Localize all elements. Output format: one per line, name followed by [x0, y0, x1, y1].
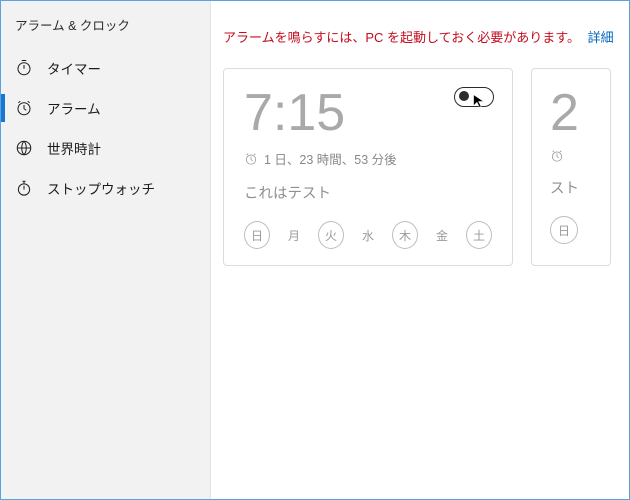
sidebar-item-timer[interactable]: タイマー — [1, 48, 210, 88]
alarm-days: 日 月 火 水 木 金 土 — [244, 221, 492, 249]
sidebar: アラーム & クロック タイマー アラーム 世界時計 ストップウォッチ — [1, 1, 211, 499]
day-fri[interactable]: 金 — [429, 221, 455, 249]
alarm-days: 日 — [550, 216, 590, 244]
day-sun[interactable]: 日 — [244, 221, 270, 249]
day-sun[interactable]: 日 — [550, 216, 578, 244]
alarm-small-icon — [550, 149, 564, 163]
alarm-small-icon — [244, 152, 258, 166]
toggle-knob — [459, 91, 469, 101]
sidebar-item-label: タイマー — [47, 58, 101, 78]
alarm-card[interactable]: 7:15 1 日、23 時間、53 分後 これはテスト 日 月 火 水 木 金 … — [223, 68, 513, 266]
timer-icon — [15, 59, 33, 77]
sidebar-item-label: 世界時計 — [47, 138, 101, 158]
day-thu[interactable]: 木 — [392, 221, 418, 249]
day-wed[interactable]: 水 — [355, 221, 381, 249]
alarm-name: これはテスト — [244, 182, 492, 203]
day-mon[interactable]: 月 — [281, 221, 307, 249]
alarm-name: スト — [550, 177, 590, 198]
sidebar-item-label: アラーム — [47, 98, 101, 118]
alarm-countdown: 1 日、23 時間、53 分後 — [244, 149, 492, 168]
alarm-icon — [15, 99, 33, 117]
warning-details-link[interactable]: 詳細 — [588, 30, 614, 45]
alarm-countdown-text: 1 日、23 時間、53 分後 — [264, 149, 397, 168]
sidebar-item-worldclock[interactable]: 世界時計 — [1, 128, 210, 168]
app-title: アラーム & クロック — [1, 7, 210, 48]
alarm-countdown — [550, 149, 590, 163]
warning-banner: アラームを鳴らすには、PC を起動しておく必要があります。 詳細 — [211, 1, 629, 64]
sidebar-item-stopwatch[interactable]: ストップウォッチ — [1, 168, 210, 208]
app-frame: アラーム & クロック タイマー アラーム 世界時計 ストップウォッチ — [1, 1, 629, 499]
alarm-cards: 7:15 1 日、23 時間、53 分後 これはテスト 日 月 火 水 木 金 … — [211, 64, 629, 266]
alarm-time: 2 — [550, 87, 590, 139]
main-content: アラームを鳴らすには、PC を起動しておく必要があります。 詳細 7:15 1 … — [211, 1, 629, 499]
day-tue[interactable]: 火 — [318, 221, 344, 249]
sidebar-item-label: ストップウォッチ — [47, 178, 155, 198]
sidebar-item-alarm[interactable]: アラーム — [1, 88, 210, 128]
alarm-toggle[interactable] — [454, 87, 494, 107]
alarm-card-2[interactable]: 2 スト 日 — [531, 68, 611, 266]
warning-text: アラームを鳴らすには、PC を起動しておく必要があります。 — [223, 30, 580, 45]
world-clock-icon — [15, 139, 33, 157]
day-sat[interactable]: 土 — [466, 221, 492, 249]
stopwatch-icon — [15, 179, 33, 197]
